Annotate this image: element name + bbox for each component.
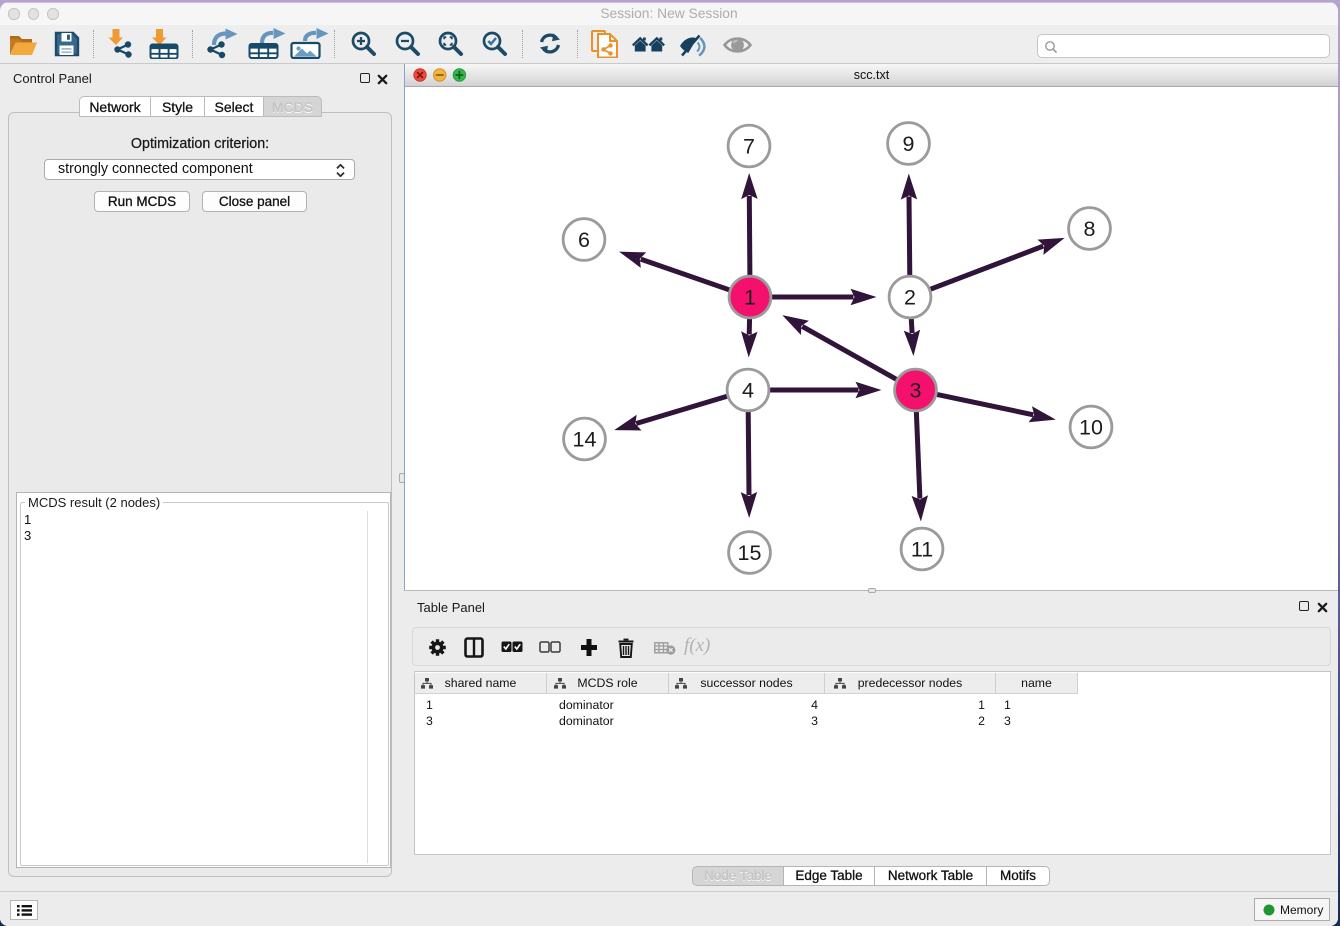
svg-text:7: 7 bbox=[743, 135, 755, 159]
svg-text:3: 3 bbox=[910, 379, 922, 403]
svg-text:15: 15 bbox=[738, 541, 762, 565]
svg-text:1: 1 bbox=[744, 286, 756, 310]
svg-text:9: 9 bbox=[903, 132, 915, 156]
svg-text:11: 11 bbox=[911, 538, 933, 562]
svg-text:10: 10 bbox=[1079, 416, 1103, 440]
svg-text:14: 14 bbox=[573, 428, 597, 452]
svg-text:8: 8 bbox=[1084, 217, 1096, 241]
svg-text:6: 6 bbox=[578, 228, 590, 252]
svg-text:2: 2 bbox=[904, 286, 916, 310]
svg-text:4: 4 bbox=[742, 379, 754, 403]
